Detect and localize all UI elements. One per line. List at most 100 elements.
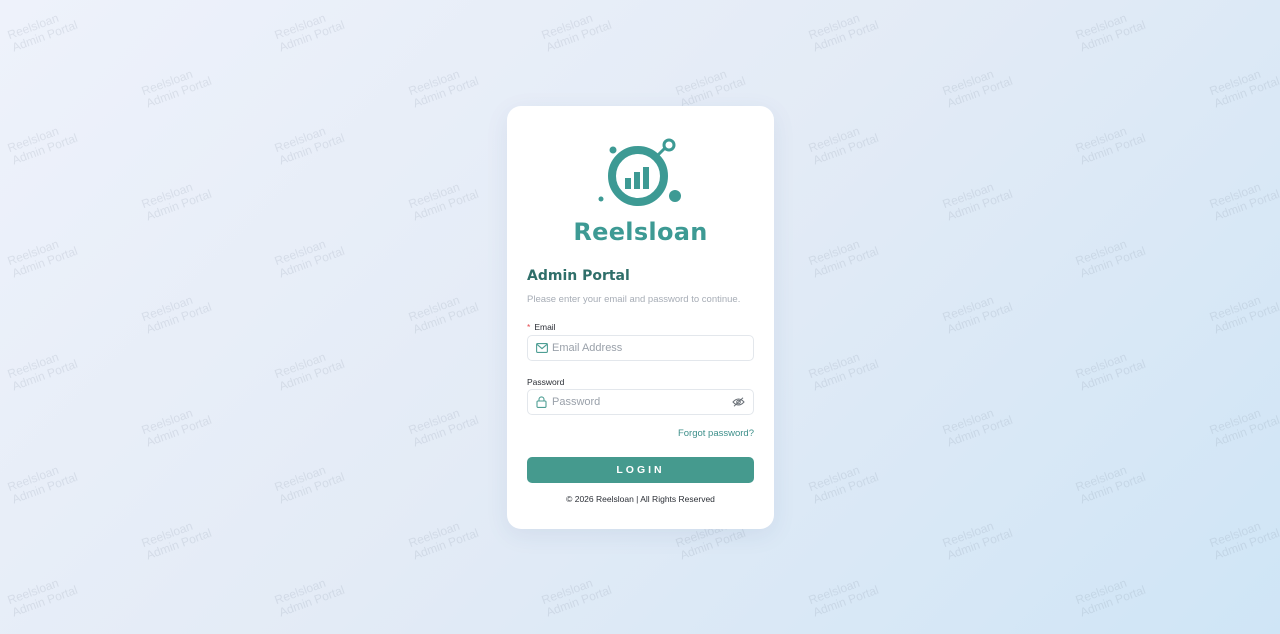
mail-icon [536,342,548,354]
watermark-line1: Reelsloan [5,462,61,495]
watermark-line2: Admin Portal [143,412,213,450]
watermark-text: ReelsloanAdmin Portal [1074,572,1148,620]
watermark-line1: Reelsloan [940,179,996,212]
watermark-text: ReelsloanAdmin Portal [406,176,480,224]
watermark-text: ReelsloanAdmin Portal [1207,176,1280,224]
watermark-line2: Admin Portal [544,582,614,620]
watermark-line2: Admin Portal [811,243,881,281]
watermark-line2: Admin Portal [944,525,1014,563]
watermark-line2: Admin Portal [544,17,614,55]
watermark-text: ReelsloanAdmin Portal [1207,515,1280,563]
watermark-line1: Reelsloan [940,66,996,99]
watermark-line2: Admin Portal [1211,186,1280,224]
watermark-line2: Admin Portal [10,469,80,507]
watermark-line1: Reelsloan [139,66,195,99]
watermark-line1: Reelsloan [1073,10,1129,43]
watermark-text: ReelsloanAdmin Portal [272,459,347,507]
watermark-line1: Reelsloan [1207,179,1263,212]
watermark-text: ReelsloanAdmin Portal [1074,120,1148,168]
watermark-line2: Admin Portal [277,582,347,620]
watermark-line2: Admin Portal [10,243,80,281]
watermark-text: ReelsloanAdmin Portal [1207,402,1280,450]
password-label: Password [527,377,565,387]
watermark-text: ReelsloanAdmin Portal [139,289,213,337]
watermark-line2: Admin Portal [944,186,1014,224]
watermark-text: ReelsloanAdmin Portal [1073,7,1148,55]
watermark-line1: Reelsloan [806,349,862,382]
watermark-line1: Reelsloan [806,462,862,495]
watermark-line1: Reelsloan [272,575,328,608]
watermark-line1: Reelsloan [673,66,729,99]
watermark-line1: Reelsloan [5,349,61,382]
watermark-line2: Admin Portal [143,186,213,224]
watermark-text: ReelsloanAdmin Portal [406,289,480,337]
watermark-text: ReelsloanAdmin Portal [806,346,881,394]
page-subtitle: Please enter your email and password to … [527,294,741,305]
watermark-line1: Reelsloan [139,179,195,212]
watermark-text: ReelsloanAdmin Portal [806,233,881,281]
watermark-line2: Admin Portal [1211,73,1280,111]
watermark-line2: Admin Portal [10,17,80,55]
watermark-text: ReelsloanAdmin Portal [406,63,480,111]
watermark-text: ReelsloanAdmin Portal [539,572,614,620]
watermark-line1: Reelsloan [539,575,595,608]
brand-name: Reelsloan [573,218,708,246]
watermark-line2: Admin Portal [1078,356,1148,394]
watermark-line1: Reelsloan [406,179,462,212]
watermark-text: ReelsloanAdmin Portal [139,402,213,450]
watermark-line1: Reelsloan [272,236,328,269]
watermark-text: ReelsloanAdmin Portal [1207,63,1280,111]
watermark-line2: Admin Portal [10,130,80,168]
watermark-line1: Reelsloan [1073,462,1129,495]
watermark-line1: Reelsloan [806,236,862,269]
watermark-text: ReelsloanAdmin Portal [272,572,347,620]
watermark-line2: Admin Portal [277,469,347,507]
watermark-text: ReelsloanAdmin Portal [5,120,80,168]
watermark-line1: Reelsloan [272,10,328,43]
watermark-line2: Admin Portal [1078,469,1148,507]
watermark-line2: Admin Portal [811,582,881,620]
watermark-line2: Admin Portal [944,412,1014,450]
watermark-line1: Reelsloan [5,575,61,608]
required-mark: * [527,322,531,332]
watermark-line1: Reelsloan [806,575,862,608]
watermark-text: ReelsloanAdmin Portal [940,63,1014,111]
brand-logo: Reelsloan [507,138,774,248]
watermark-line2: Admin Portal [1078,130,1148,168]
watermark-line1: Reelsloan [1073,236,1129,269]
watermark-line1: Reelsloan [1207,518,1263,551]
watermark-line1: Reelsloan [5,123,61,156]
chart-logo-icon [598,138,681,206]
watermark-text: ReelsloanAdmin Portal [1073,233,1148,281]
watermark-line2: Admin Portal [143,525,213,563]
watermark-line1: Reelsloan [940,518,996,551]
watermark-text: ReelsloanAdmin Portal [1074,346,1148,394]
watermark-line1: Reelsloan [139,405,195,438]
watermark-line2: Admin Portal [811,469,881,507]
password-field-wrapper[interactable] [527,389,754,415]
watermark-line1: Reelsloan [272,462,328,495]
watermark-line1: Reelsloan [5,236,61,269]
watermark-line1: Reelsloan [406,292,462,325]
watermark-line2: Admin Portal [811,130,881,168]
forgot-password-link[interactable]: Forgot password? [678,428,754,439]
email-input[interactable] [552,342,745,354]
email-label: * Email [527,322,556,332]
watermark-text: ReelsloanAdmin Portal [1207,289,1280,337]
watermark-line1: Reelsloan [940,292,996,325]
watermark-line2: Admin Portal [1211,299,1280,337]
password-input[interactable] [552,396,732,408]
login-button[interactable]: LOGIN [527,457,754,483]
watermark-line2: Admin Portal [944,73,1014,111]
watermark-line2: Admin Portal [410,73,480,111]
watermark-text: ReelsloanAdmin Portal [1073,459,1148,507]
watermark-line2: Admin Portal [277,356,347,394]
watermark-line2: Admin Portal [1211,525,1280,563]
watermark-line2: Admin Portal [1078,582,1148,620]
watermark-line2: Admin Portal [277,17,347,55]
watermark-text: ReelsloanAdmin Portal [5,233,80,281]
watermark-line1: Reelsloan [806,10,862,43]
watermark-line2: Admin Portal [1078,243,1148,281]
eye-off-icon[interactable] [732,396,745,408]
email-field-wrapper[interactable] [527,335,754,361]
